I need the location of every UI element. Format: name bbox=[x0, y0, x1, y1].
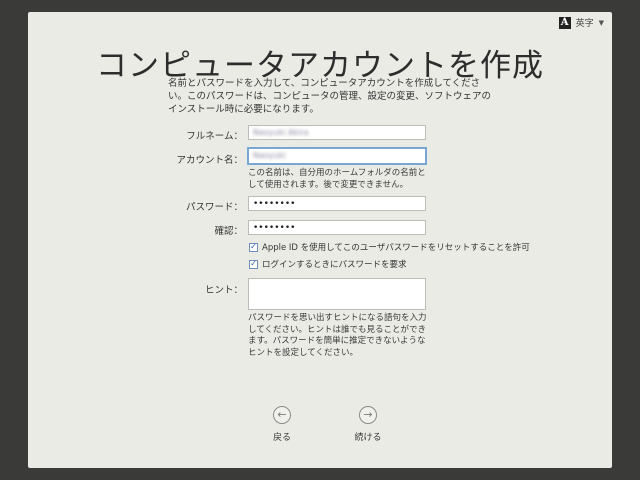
input-source-menu[interactable]: A 英字 ▼ bbox=[558, 16, 604, 29]
back-button[interactable]: ← 戻る bbox=[262, 406, 302, 443]
back-label: 戻る bbox=[272, 433, 291, 443]
require-password-checkbox[interactable]: ✓ bbox=[249, 259, 258, 269]
require-password-checkbox-row[interactable]: ✓ ログインするときにパスワードを要求 bbox=[249, 258, 407, 270]
full-name-label: フルネーム： bbox=[186, 131, 243, 142]
continue-arrow-icon: → bbox=[359, 406, 377, 424]
apple-id-reset-checkbox[interactable]: ✓ bbox=[249, 242, 258, 252]
hint-label: ヒント： bbox=[204, 285, 243, 296]
full-name-field[interactable]: Naoyuki Akira bbox=[248, 125, 426, 140]
apple-id-reset-checkbox-row[interactable]: ✓ Apple ID を使用してこのユーザパスワードをリセットすることを許可 bbox=[249, 241, 530, 253]
setup-assistant-window: A 英字 ▼ コンピュータアカウントを作成 名前とパスワードを入力して、コンピュ… bbox=[28, 12, 612, 468]
confirm-value: •••••••• bbox=[253, 223, 296, 233]
password-value: •••••••• bbox=[253, 199, 296, 209]
chevron-down-icon: ▼ bbox=[598, 18, 604, 27]
account-name-label: アカウント名： bbox=[176, 155, 243, 166]
hint-note: パスワードを思い出すヒントになる語句を入力してください。ヒントは誰でも見ることが… bbox=[248, 313, 427, 358]
confirm-label: 確認： bbox=[214, 226, 243, 237]
continue-label: 続ける bbox=[354, 433, 382, 443]
account-name-note: この名前は、自分用のホームフォルダの名前として使用されます。後で変更できません。 bbox=[248, 168, 426, 190]
account-name-field[interactable]: Naoyuki bbox=[247, 147, 427, 165]
input-source-label: 英字 bbox=[575, 19, 594, 29]
input-source-icon: A bbox=[558, 16, 571, 29]
back-arrow-icon: ← bbox=[273, 406, 291, 424]
password-field[interactable]: •••••••• bbox=[248, 196, 426, 211]
page-description: 名前とパスワードを入力して、コンピュータアカウントを作成してください。このパスワ… bbox=[168, 78, 492, 115]
confirm-password-field[interactable]: •••••••• bbox=[248, 220, 426, 235]
continue-button[interactable]: → 続ける bbox=[348, 406, 388, 443]
account-name-value: Naoyuki bbox=[253, 151, 286, 160]
require-password-label: ログインするときにパスワードを要求 bbox=[262, 260, 407, 270]
hint-field[interactable] bbox=[248, 278, 426, 310]
password-label: パスワード： bbox=[185, 202, 243, 213]
apple-id-reset-label: Apple ID を使用してこのユーザパスワードをリセットすることを許可 bbox=[262, 243, 530, 253]
full-name-value: Naoyuki Akira bbox=[253, 128, 309, 137]
